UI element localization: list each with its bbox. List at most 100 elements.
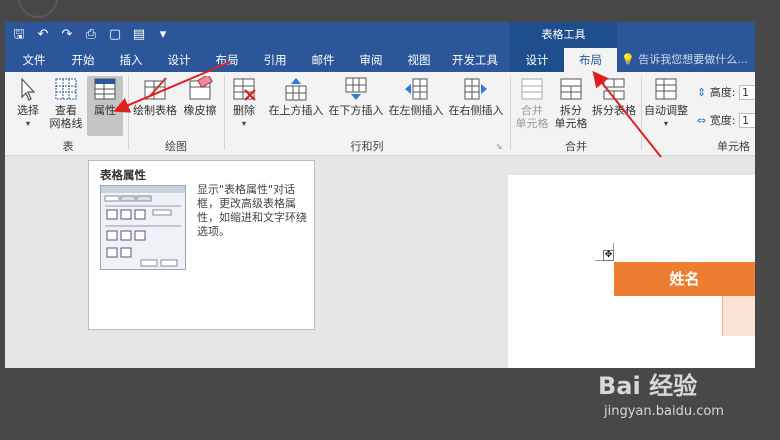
tab-table-design[interactable]: 设计 (510, 48, 564, 72)
split-table-label: 拆分表格 (592, 104, 636, 117)
baidu-watermark-logo: Bai 经验 (598, 372, 698, 400)
lightbulb-icon: 💡 (621, 53, 635, 66)
group-label-table: 表 (62, 140, 74, 153)
quick-access-toolbar: 🖫 ↶ ↷ ⎙ ▢ ▤ ▾ (9, 25, 173, 45)
customize-qat-icon[interactable]: ▾ (153, 25, 173, 45)
save-icon[interactable]: 🖫 (9, 25, 29, 45)
table-tools-context-label: 表格工具 (510, 22, 617, 48)
baidu-watermark-url: jingyan.baidu.com (604, 404, 724, 419)
tab-home[interactable]: 开始 (63, 48, 103, 72)
properties-tooltip: 表格属性 显示"表格属性"对话框，更改高级表格属性，如缩进和文字环绕选项。 (88, 160, 315, 330)
width-input[interactable]: 1 (738, 113, 755, 128)
tab-design[interactable]: 设计 (159, 48, 199, 72)
redo-icon[interactable]: ↷ (57, 25, 77, 45)
chevron-down-icon: ▾ (25, 119, 30, 128)
tab-insert[interactable]: 插入 (111, 48, 151, 72)
split-label-2: 单元格 (554, 117, 588, 130)
draw-table-icon (142, 76, 168, 102)
insert-above-icon (283, 76, 309, 102)
insert-below-label: 在下方插入 (328, 104, 384, 117)
document-page: ✥ 姓名 (508, 175, 755, 368)
autofit-button[interactable]: 自动调整 ▾ (643, 76, 689, 130)
view-gridlines-button[interactable]: 查看 网格线 (47, 76, 85, 130)
height-input[interactable]: 1 (738, 85, 755, 100)
properties-label: 属性 (94, 104, 116, 117)
merge-cells-button[interactable]: 合并 单元格 (513, 76, 551, 130)
delete-table-icon (231, 76, 257, 102)
select-button[interactable]: 选择 ▾ (11, 76, 45, 130)
draw-table-button[interactable]: 绘制表格 (131, 76, 179, 117)
word-window: 🖫 ↶ ↷ ⎙ ▢ ▤ ▾ 表格工具 文件 开始 插入 设计 布局 引用 邮件 … (5, 22, 755, 368)
insert-right-button[interactable]: 在右侧插入 (447, 76, 505, 117)
table-properties-icon (92, 76, 118, 102)
merge-label-1: 合并 (521, 104, 543, 117)
row-height-icon: ⇕ (697, 86, 707, 99)
insert-left-icon (403, 76, 429, 102)
view-label-1: 查看 (55, 104, 77, 117)
chevron-down-icon: ▾ (241, 119, 246, 128)
select-label: 选择 (17, 104, 39, 117)
group-label-rows-cols: 行和列 (350, 140, 384, 153)
table-move-handle-icon[interactable]: ✥ (603, 250, 614, 261)
tooltip-title: 表格属性 (100, 168, 146, 182)
table-body-cell[interactable] (722, 296, 755, 336)
separator (641, 76, 642, 150)
tab-view[interactable]: 视图 (399, 48, 439, 72)
split-cells-button[interactable]: 拆分 单元格 (552, 76, 590, 130)
tab-table-layout[interactable]: 布局 (564, 48, 617, 72)
insert-below-icon (343, 76, 369, 102)
split-label-1: 拆分 (560, 104, 582, 117)
tab-file[interactable]: 文件 (9, 48, 59, 72)
eraser-icon (187, 73, 213, 102)
autofit-icon (653, 76, 679, 102)
insert-above-label: 在上方插入 (268, 104, 324, 117)
insert-left-button[interactable]: 在左侧插入 (387, 76, 445, 117)
width-label: 宽度: (709, 114, 736, 127)
search-placeholder: 告诉我您想要做什么... (638, 53, 748, 66)
new-document-icon[interactable]: ▢ (105, 25, 125, 45)
split-cells-icon (558, 76, 584, 102)
tab-developer[interactable]: 开发工具 (445, 48, 505, 72)
undo-icon[interactable]: ↶ (33, 25, 53, 45)
chevron-down-icon: ▾ (663, 119, 668, 128)
row-height-control[interactable]: ⇕ 高度: 1 (697, 84, 755, 100)
eraser-button[interactable]: 橡皮擦 (181, 73, 219, 117)
separator (224, 76, 225, 150)
insert-left-label: 在左侧插入 (388, 104, 444, 117)
insert-right-icon (463, 76, 489, 102)
autofit-label: 自动调整 (644, 104, 688, 117)
tab-mailings[interactable]: 邮件 (303, 48, 343, 72)
merge-label-2: 单元格 (515, 117, 549, 130)
print-preview-icon[interactable]: ⎙ (81, 25, 101, 45)
table-header-cell[interactable]: 姓名 (614, 262, 755, 296)
split-table-icon (601, 76, 627, 102)
view-label-2: 网格线 (49, 117, 83, 130)
gridlines-icon (53, 76, 79, 102)
open-folder-icon[interactable]: ▤ (129, 25, 149, 45)
dialog-launcher-icon[interactable]: ⬂ (496, 142, 503, 151)
tooltip-description: 显示"表格属性"对话框，更改高级表格属性，如缩进和文字环绕选项。 (197, 183, 307, 238)
insert-below-button[interactable]: 在下方插入 (327, 76, 385, 117)
group-label-merge: 合并 (565, 140, 587, 153)
group-label-cell-size: 单元格 (717, 140, 750, 153)
tab-review[interactable]: 审阅 (351, 48, 391, 72)
column-width-icon: ⇔ (697, 114, 707, 127)
separator (128, 76, 129, 150)
insert-above-button[interactable]: 在上方插入 (267, 76, 325, 117)
tell-me-search[interactable]: 💡 告诉我您想要做什么... (621, 48, 748, 72)
properties-button[interactable]: 属性 (87, 76, 123, 136)
draw-table-label: 绘制表格 (133, 104, 177, 117)
insert-right-label: 在右侧插入 (448, 104, 504, 117)
tab-references[interactable]: 引用 (255, 48, 295, 72)
merge-cells-icon (519, 76, 545, 102)
table-properties-dialog-thumbnail (100, 185, 186, 270)
ribbon-tab-bar: 文件 开始 插入 设计 布局 引用 邮件 审阅 视图 开发工具 设计 布局 💡 … (5, 48, 755, 72)
split-table-button[interactable]: 拆分表格 (591, 76, 637, 117)
group-label-draw: 绘图 (165, 140, 187, 153)
watermark-top-circle (18, 0, 58, 18)
tab-layout[interactable]: 布局 (207, 48, 247, 72)
delete-button[interactable]: 删除 ▾ (227, 76, 261, 130)
delete-label: 删除 (233, 104, 255, 117)
title-bar: 🖫 ↶ ↷ ⎙ ▢ ▤ ▾ 表格工具 (5, 22, 755, 48)
column-width-control[interactable]: ⇔ 宽度: 1 (697, 112, 755, 128)
